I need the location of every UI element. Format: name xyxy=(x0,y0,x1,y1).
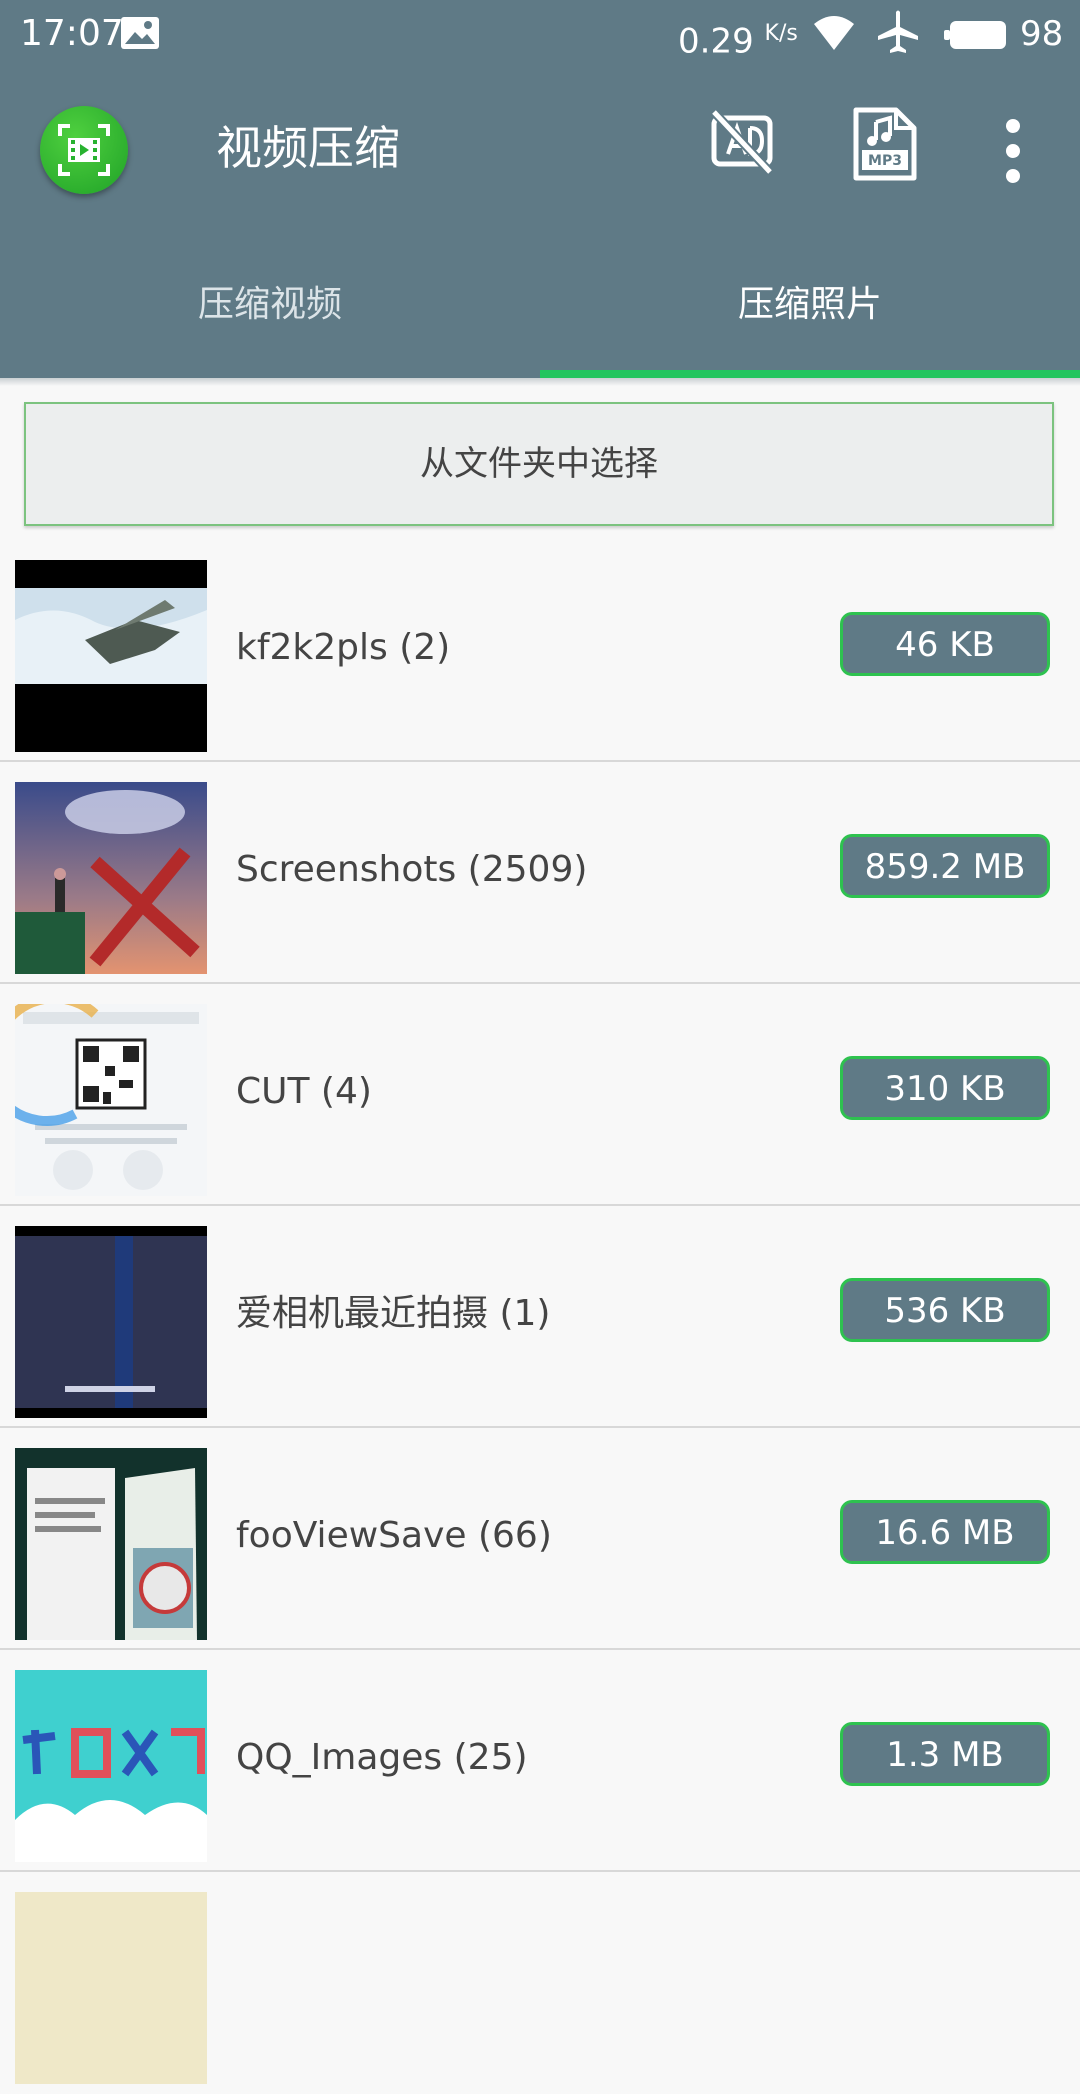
folder-name: QQ_Images (25) xyxy=(236,1737,528,1778)
tab-bar: 压缩视频 压缩照片 xyxy=(0,230,1080,378)
folder-thumbnail xyxy=(15,1448,207,1640)
folder-size-badge: 536 KB xyxy=(840,1278,1050,1342)
folder-row[interactable]: QQ_Images (25) 1.3 MB xyxy=(0,1650,1080,1872)
hide-ad-icon[interactable] xyxy=(710,110,774,174)
folder-thumbnail xyxy=(15,560,207,752)
folder-thumbnail xyxy=(15,1004,207,1196)
network-speed: 0.29 K/s xyxy=(678,21,798,62)
folder-row[interactable]: fooViewSave (66) 16.6 MB xyxy=(0,1428,1080,1650)
app-bar: 视频压缩 MP3 xyxy=(0,70,1080,230)
status-bar: 17:07 0.29 K/s 98 xyxy=(0,0,1080,70)
folder-size-badge: 46 KB xyxy=(840,612,1050,676)
choose-from-folder-button[interactable]: 从文件夹中选择 xyxy=(24,402,1054,526)
folder-row[interactable]: CUT (4) 310 KB xyxy=(0,984,1080,1206)
svg-text:MP3: MP3 xyxy=(868,153,902,169)
wifi-icon xyxy=(814,16,854,50)
battery-level: 98 xyxy=(1020,14,1064,54)
folder-name: Screenshots (2509) xyxy=(236,849,588,890)
folder-size-badge: 16.6 MB xyxy=(840,1500,1050,1564)
image-notification-icon xyxy=(121,17,159,49)
folder-name: kf2k2pls (2) xyxy=(236,627,451,668)
app-title: 视频压缩 xyxy=(216,121,400,175)
folder-name: CUT (4) xyxy=(236,1071,372,1112)
folder-row-partial[interactable] xyxy=(0,1872,1080,2094)
tab-selected-indicator xyxy=(540,370,1080,378)
status-time: 17:07 xyxy=(20,13,124,54)
mp3-file-icon[interactable]: MP3 xyxy=(852,106,918,182)
battery-icon xyxy=(944,21,1006,49)
app-logo-icon xyxy=(40,106,128,194)
more-vert-icon[interactable] xyxy=(998,116,1028,186)
folder-size-badge: 859.2 MB xyxy=(840,834,1050,898)
folder-thumbnail xyxy=(15,1670,207,1862)
folder-thumbnail xyxy=(15,1892,207,2084)
folder-row[interactable]: kf2k2pls (2) 46 KB xyxy=(0,540,1080,762)
folder-thumbnail xyxy=(15,782,207,974)
folder-name: fooViewSave (66) xyxy=(236,1515,552,1556)
tab-compress-photo[interactable]: 压缩照片 xyxy=(540,230,1080,378)
folder-name: 爱相机最近拍摄 (1) xyxy=(236,1293,551,1334)
airplane-mode-icon xyxy=(878,10,918,53)
folder-row[interactable]: Screenshots (2509) 859.2 MB xyxy=(0,762,1080,984)
tab-compress-video[interactable]: 压缩视频 xyxy=(0,230,540,378)
tab-bar-shadow xyxy=(0,378,1080,386)
folder-size-badge: 1.3 MB xyxy=(840,1722,1050,1786)
folder-size-badge: 310 KB xyxy=(840,1056,1050,1120)
folder-row[interactable]: 爱相机最近拍摄 (1) 536 KB xyxy=(0,1206,1080,1428)
network-speed-unit: K/s xyxy=(764,21,798,46)
folder-thumbnail xyxy=(15,1226,207,1418)
